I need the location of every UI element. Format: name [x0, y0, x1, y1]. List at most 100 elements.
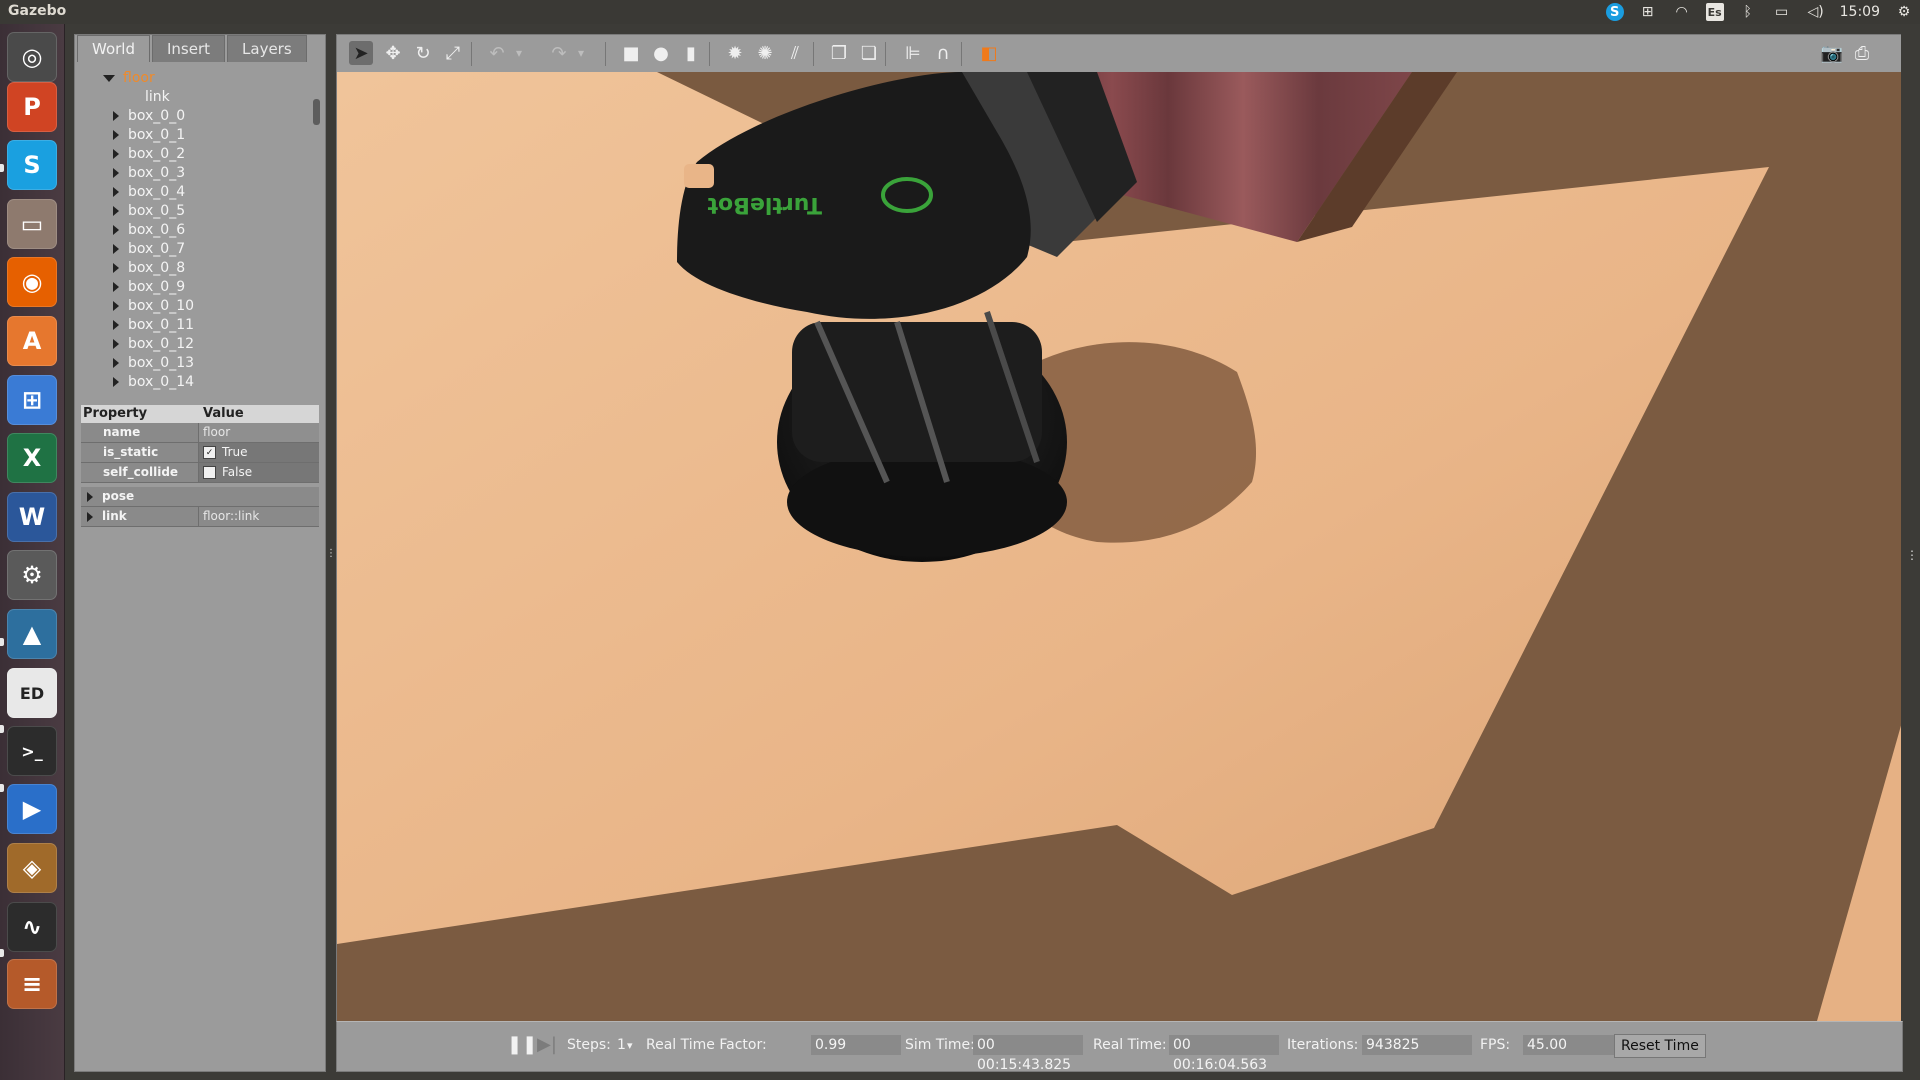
directional-light-icon[interactable]: ⫽: [783, 41, 807, 65]
paste-icon[interactable]: ❏: [857, 41, 881, 65]
spot-light-icon[interactable]: ✺: [753, 41, 777, 65]
self-collide-checkbox[interactable]: [203, 466, 216, 479]
expand-arrow-icon[interactable]: [113, 320, 119, 330]
tree-item-box-0-11[interactable]: box_0_11: [113, 316, 194, 335]
stacked-apps-icon[interactable]: ≡: [7, 959, 57, 1009]
powerpoint-icon[interactable]: P: [7, 82, 57, 132]
align-icon[interactable]: ⊫: [901, 41, 925, 65]
tab-world[interactable]: World: [77, 35, 150, 62]
sphere-shape-icon[interactable]: ●: [649, 41, 673, 65]
ubuntu-dash-icon[interactable]: ◎: [7, 32, 57, 82]
cylinder-shape-icon[interactable]: ▮: [679, 41, 703, 65]
files-icon[interactable]: ▭: [7, 199, 57, 249]
virtualbox-icon[interactable]: ◈: [7, 843, 57, 893]
tree-item-box-0-5[interactable]: box_0_5: [113, 202, 185, 221]
tab-layers[interactable]: Layers: [227, 35, 307, 62]
screenshot-icon[interactable]: 📷: [1820, 41, 1844, 65]
expand-arrow-icon[interactable]: [113, 377, 119, 387]
expand-arrow-icon[interactable]: [113, 244, 119, 254]
expand-arrow-icon[interactable]: [113, 301, 119, 311]
tree-item-box-0-3[interactable]: box_0_3: [113, 164, 185, 183]
scale-mode-icon[interactable]: ⤢: [441, 41, 465, 65]
right-panel-handle[interactable]: ⋮: [1906, 548, 1918, 562]
3d-scene-viewport[interactable]: TurtleBot: [336, 72, 1902, 1021]
media-player-icon[interactable]: ▶: [7, 784, 57, 834]
system-monitor-icon[interactable]: ∿: [7, 902, 57, 952]
excel-icon[interactable]: X: [7, 433, 57, 483]
battery-icon[interactable]: ▭: [1772, 3, 1792, 21]
tree-item-box-0-14[interactable]: box_0_14: [113, 373, 194, 392]
property-value-field[interactable]: floor: [199, 423, 319, 442]
tree-item-box-0-9[interactable]: box_0_9: [113, 278, 185, 297]
step-forward-icon[interactable]: ▶|: [537, 1034, 557, 1055]
skype-tray-icon[interactable]: S: [1605, 3, 1624, 21]
undo-icon[interactable]: ↶: [485, 41, 509, 65]
tree-scrollbar[interactable]: [313, 99, 320, 125]
tree-item-box-0-4[interactable]: box_0_4: [113, 183, 185, 202]
software-center-icon[interactable]: A: [7, 316, 57, 366]
expand-arrow-icon[interactable]: [113, 225, 119, 235]
matlab-icon[interactable]: ▲: [7, 609, 57, 659]
collapse-arrow-icon[interactable]: [103, 74, 115, 82]
workspace-switcher-icon[interactable]: ⊞: [1638, 3, 1658, 21]
log-data-icon[interactable]: ⎙: [1850, 41, 1874, 65]
expand-arrow-icon[interactable]: [113, 111, 119, 121]
tree-item-box-0-0[interactable]: box_0_0: [113, 107, 185, 126]
keyboard-layout-indicator[interactable]: Es: [1705, 3, 1724, 21]
tree-item-link[interactable]: link: [145, 88, 170, 107]
tree-item-box-0-12[interactable]: box_0_12: [113, 335, 194, 354]
tree-item-box-0-7[interactable]: box_0_7: [113, 240, 185, 259]
expand-arrow-icon[interactable]: [113, 282, 119, 292]
copy-icon[interactable]: ❐: [827, 41, 851, 65]
skype-icon[interactable]: S: [7, 140, 57, 190]
property-group-pose[interactable]: pose: [81, 487, 319, 507]
expand-arrow-icon[interactable]: [113, 263, 119, 273]
panel-splitter-handle[interactable]: ⋮: [326, 548, 336, 560]
undo-history-icon[interactable]: ▾: [513, 41, 525, 65]
tree-item-box-0-8[interactable]: box_0_8: [113, 259, 185, 278]
redo-icon[interactable]: ↷: [547, 41, 571, 65]
expand-arrow-icon[interactable]: [113, 149, 119, 159]
document-editor-icon[interactable]: ED: [7, 668, 57, 718]
snap-icon[interactable]: ∩: [931, 41, 955, 65]
translate-mode-icon[interactable]: ✥: [381, 41, 405, 65]
system-settings-icon[interactable]: ⚙: [7, 550, 57, 600]
change-view-icon[interactable]: ◧: [977, 41, 1001, 65]
terminal-icon[interactable]: >_: [7, 726, 57, 776]
word-icon[interactable]: W: [7, 492, 57, 542]
expand-arrow-icon[interactable]: [87, 491, 93, 502]
expand-arrow-icon[interactable]: [113, 130, 119, 140]
reset-time-button[interactable]: Reset Time: [1614, 1034, 1706, 1058]
point-light-icon[interactable]: ✹: [723, 41, 747, 65]
is-static-checkbox[interactable]: ✓: [203, 446, 216, 459]
redo-history-icon[interactable]: ▾: [575, 41, 587, 65]
tab-insert[interactable]: Insert: [152, 35, 226, 62]
steps-value[interactable]: 1: [617, 1037, 626, 1053]
tree-item-box-0-2[interactable]: box_0_2: [113, 145, 185, 164]
pause-icon[interactable]: ❚❚: [507, 1034, 537, 1055]
wifi-icon[interactable]: ◠: [1672, 3, 1692, 21]
steps-dropdown-icon[interactable]: ▾: [627, 1039, 633, 1052]
firefox-icon[interactable]: ◉: [7, 257, 57, 307]
expand-arrow-icon[interactable]: [113, 339, 119, 349]
clock[interactable]: 15:09: [1840, 4, 1880, 20]
bluetooth-icon[interactable]: ᛒ: [1738, 3, 1758, 21]
rotate-mode-icon[interactable]: ↻: [411, 41, 435, 65]
expand-arrow-icon[interactable]: [113, 187, 119, 197]
tree-item-floor[interactable]: floor: [103, 69, 155, 88]
tree-item-box-0-13[interactable]: box_0_13: [113, 354, 194, 373]
box-shape-icon[interactable]: ■: [619, 41, 643, 65]
tree-item-box-0-1[interactable]: box_0_1: [113, 126, 185, 145]
windows-icon[interactable]: ⊞: [7, 375, 57, 425]
tree-item-box-0-6[interactable]: box_0_6: [113, 221, 185, 240]
expand-arrow-icon[interactable]: [87, 511, 93, 522]
expand-arrow-icon[interactable]: [113, 358, 119, 368]
select-mode-icon[interactable]: ➤: [349, 41, 373, 65]
expand-arrow-icon[interactable]: [113, 206, 119, 216]
property-group-link[interactable]: link floor::link: [81, 507, 319, 527]
expand-arrow-icon[interactable]: [113, 168, 119, 178]
tree-item-box-0-10[interactable]: box_0_10: [113, 297, 194, 316]
settings-gear-icon[interactable]: ⚙: [1894, 3, 1914, 21]
volume-icon[interactable]: ◁): [1806, 3, 1826, 21]
property-row-name[interactable]: name floor: [81, 423, 319, 443]
